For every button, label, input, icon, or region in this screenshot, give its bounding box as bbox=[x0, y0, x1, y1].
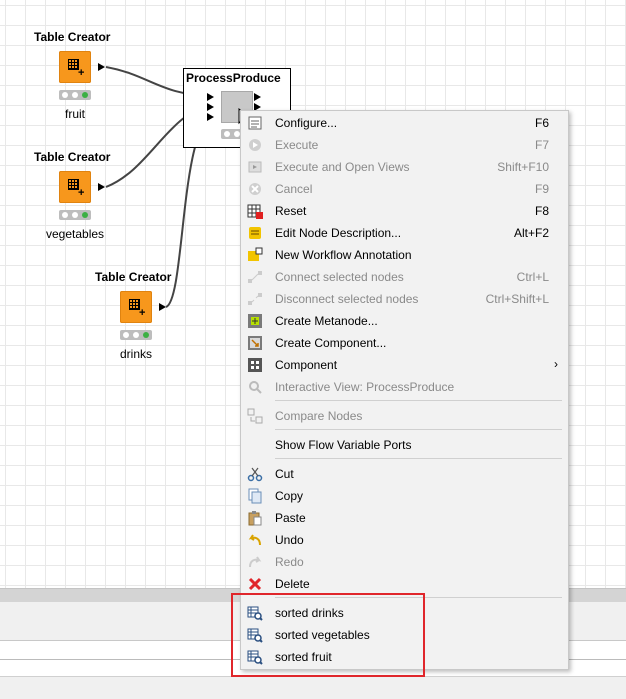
menu-separator bbox=[275, 429, 562, 430]
menu-item-interactive-view-processproduce[interactable]: Interactive View: ProcessProduce bbox=[241, 376, 568, 398]
menu-item-delete[interactable]: Delete bbox=[241, 573, 568, 595]
node-title: ProcessProduce bbox=[186, 71, 281, 85]
table-creator-icon[interactable]: + bbox=[59, 171, 91, 203]
menu-item-label: Redo bbox=[275, 555, 304, 569]
input-port-icon[interactable] bbox=[207, 113, 214, 121]
menu-item-shortcut: Ctrl+L bbox=[516, 270, 549, 284]
status-light bbox=[59, 90, 91, 100]
menu-separator bbox=[275, 458, 562, 459]
menu-item-create-component[interactable]: Create Component... bbox=[241, 332, 568, 354]
menu-item-label: Show Flow Variable Ports bbox=[275, 438, 412, 452]
menu-item-configure[interactable]: Configure... F6 bbox=[241, 112, 568, 134]
cut-icon bbox=[247, 466, 263, 482]
menu-item-label: Create Metanode... bbox=[275, 314, 378, 328]
status-light bbox=[120, 330, 152, 340]
output-port-icon[interactable] bbox=[254, 93, 261, 101]
output-port-icon[interactable] bbox=[98, 63, 105, 71]
output-port-icon[interactable] bbox=[159, 303, 166, 311]
menu-item-copy[interactable]: Copy bbox=[241, 485, 568, 507]
node-title: Table Creator bbox=[95, 270, 172, 284]
disconnect-nodes-icon bbox=[247, 291, 263, 307]
menu-item-shortcut: F6 bbox=[534, 116, 549, 130]
menu-item-label: Reset bbox=[275, 204, 307, 218]
menu-item-create-metanode[interactable]: Create Metanode... bbox=[241, 310, 568, 332]
menu-item-compare-nodes[interactable]: Compare Nodes bbox=[241, 405, 568, 427]
node-label[interactable]: vegetables bbox=[46, 227, 104, 241]
menu-separator bbox=[275, 400, 562, 401]
menu-item-paste[interactable]: Paste bbox=[241, 507, 568, 529]
edit-description-icon bbox=[247, 225, 263, 241]
paste-icon bbox=[247, 510, 263, 526]
table-creator-icon[interactable]: + bbox=[120, 291, 152, 323]
menu-item-connect-selected-nodes[interactable]: Connect selected nodes Ctrl+L bbox=[241, 266, 568, 288]
menu-item-label: Connect selected nodes bbox=[275, 270, 404, 284]
menu-item-shortcut: F7 bbox=[534, 138, 549, 152]
menu-item-label: Disconnect selected nodes bbox=[275, 292, 419, 306]
menu-item-label: Delete bbox=[275, 577, 310, 591]
lower-panel-footer bbox=[0, 676, 626, 699]
table-creator-icon[interactable]: + bbox=[59, 51, 91, 83]
magnifier-icon bbox=[247, 379, 263, 395]
redo-icon bbox=[247, 554, 263, 570]
menu-item-label: Execute and Open Views bbox=[275, 160, 410, 174]
menu-item-label: Cancel bbox=[275, 182, 313, 196]
node-title: Table Creator bbox=[34, 30, 111, 44]
node-label[interactable]: fruit bbox=[65, 107, 85, 121]
output-port-icon[interactable] bbox=[98, 183, 105, 191]
menu-item-cancel[interactable]: Cancel F9 bbox=[241, 178, 568, 200]
menu-item-shortcut: Alt+F2 bbox=[513, 226, 549, 240]
input-port-icon[interactable] bbox=[207, 93, 214, 101]
execute-open-views-icon bbox=[247, 159, 263, 175]
chevron-right-icon: › bbox=[554, 357, 558, 371]
menu-item-label: Cut bbox=[275, 467, 294, 481]
menu-item-execute[interactable]: Execute F7 bbox=[241, 134, 568, 156]
component-icon bbox=[247, 357, 263, 373]
menu-item-redo[interactable]: Redo bbox=[241, 551, 568, 573]
menu-item-shortcut: Shift+F10 bbox=[497, 160, 549, 174]
undo-icon bbox=[247, 532, 263, 548]
menu-item-label: Edit Node Description... bbox=[275, 226, 402, 240]
menu-item-cut[interactable]: Cut bbox=[241, 463, 568, 485]
execute-icon bbox=[247, 137, 263, 153]
annotation-icon bbox=[247, 247, 263, 263]
metanode-icon bbox=[247, 313, 263, 329]
menu-item-undo[interactable]: Undo bbox=[241, 529, 568, 551]
menu-item-label: Execute bbox=[275, 138, 319, 152]
configure-icon bbox=[247, 115, 263, 131]
menu-item-label: Component bbox=[275, 358, 338, 372]
menu-item-shortcut: F9 bbox=[534, 182, 549, 196]
context-menu: Configure... F6 Execute F7 Execute and Open … bbox=[240, 110, 569, 670]
menu-item-reset[interactable]: Reset F8 bbox=[241, 200, 568, 222]
input-port-icon[interactable] bbox=[207, 103, 214, 111]
node-title: Table Creator bbox=[34, 150, 111, 164]
reset-icon bbox=[247, 203, 263, 219]
menu-item-label: Compare Nodes bbox=[275, 409, 363, 423]
menu-item-label: New Workflow Annotation bbox=[275, 248, 412, 262]
compare-nodes-icon bbox=[247, 408, 263, 424]
delete-icon bbox=[247, 576, 263, 592]
component-create-icon bbox=[247, 335, 263, 351]
menu-item-show-flow-variable-ports[interactable]: Show Flow Variable Ports bbox=[241, 434, 568, 456]
menu-item-new-workflow-annotation[interactable]: New Workflow Annotation bbox=[241, 244, 568, 266]
node-label[interactable]: drinks bbox=[120, 347, 152, 361]
status-light bbox=[59, 210, 91, 220]
menu-item-label: Create Component... bbox=[275, 336, 387, 350]
highlight-box bbox=[231, 593, 425, 677]
menu-item-shortcut: Ctrl+Shift+L bbox=[485, 292, 549, 306]
cancel-icon bbox=[247, 181, 263, 197]
menu-item-disconnect-selected-nodes[interactable]: Disconnect selected nodes Ctrl+Shift+L bbox=[241, 288, 568, 310]
menu-item-label: Paste bbox=[275, 511, 306, 525]
menu-item-edit-node-description[interactable]: Edit Node Description... Alt+F2 bbox=[241, 222, 568, 244]
menu-item-label: Undo bbox=[275, 533, 304, 547]
menu-item-component[interactable]: Component › bbox=[241, 354, 568, 376]
copy-icon bbox=[247, 488, 263, 504]
menu-item-shortcut: F8 bbox=[534, 204, 549, 218]
menu-item-label: Copy bbox=[275, 489, 304, 503]
menu-item-execute-and-open-views[interactable]: Execute and Open Views Shift+F10 bbox=[241, 156, 568, 178]
connect-nodes-icon bbox=[247, 269, 263, 285]
menu-item-label: Interactive View: ProcessProduce bbox=[275, 380, 455, 394]
menu-item-label: Configure... bbox=[275, 116, 338, 130]
